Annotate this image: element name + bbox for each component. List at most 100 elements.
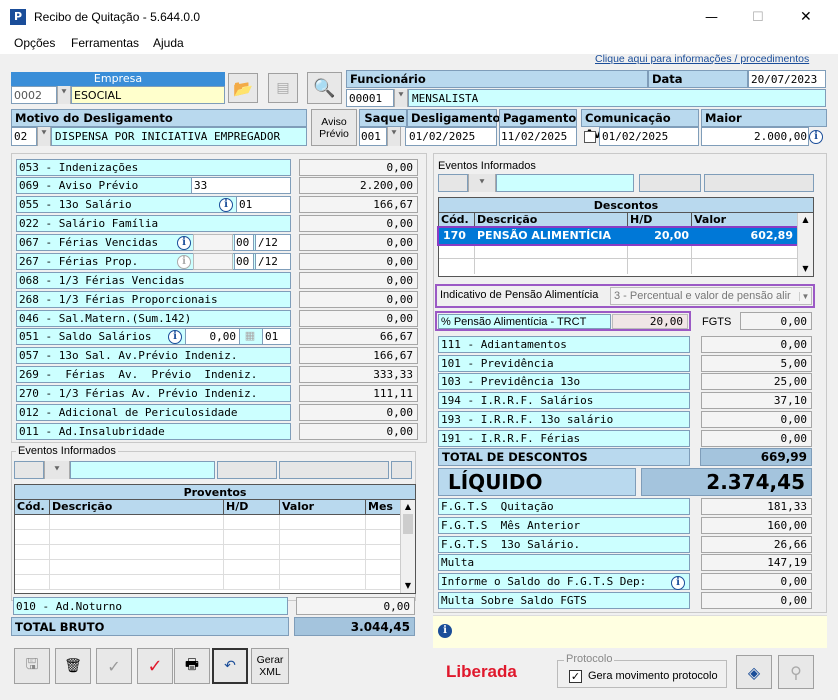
provento-value[interactable]: 166,67: [299, 196, 418, 213]
provento-value[interactable]: 166,67: [299, 347, 418, 364]
funcionario-code[interactable]: 00001: [346, 89, 394, 107]
fgts-value[interactable]: 160,00: [701, 517, 812, 534]
report-button[interactable]: ▤: [268, 73, 298, 103]
table-row[interactable]: [15, 575, 415, 590]
descontos-scrollbar[interactable]: ▲ ▼: [797, 213, 813, 276]
funcionario-name[interactable]: MENSALISTA: [408, 89, 826, 107]
saldo-dias-field[interactable]: 01: [262, 328, 291, 345]
desconto-value[interactable]: 0,00: [701, 411, 812, 428]
descontos-selected-row[interactable]: 170 PENSÃO ALIMENTÍCIA 20,00 602,89: [437, 226, 799, 246]
desconto-value[interactable]: 5,00: [701, 355, 812, 372]
user-search-button[interactable]: ⚲: [778, 655, 814, 689]
funcionario-spin[interactable]: ⯆: [394, 89, 408, 107]
info-icon[interactable]: i: [438, 623, 452, 638]
undo-button[interactable]: ↶: [212, 648, 248, 684]
protocolo-checkbox[interactable]: ✓: [569, 670, 582, 683]
empresa-name[interactable]: ESOCIAL: [71, 86, 225, 104]
motivo-text[interactable]: DISPENSA POR INICIATIVA EMPREGADOR: [51, 127, 307, 146]
provento-value[interactable]: 0,00: [299, 215, 418, 232]
table-row[interactable]: [15, 560, 415, 575]
provento-value[interactable]: 0,00: [299, 291, 418, 308]
eventos-right-valor[interactable]: [704, 174, 814, 192]
calculator-icon[interactable]: ▦: [241, 329, 259, 344]
fgts-value[interactable]: 147,19: [701, 554, 812, 571]
protocolo-action-button[interactable]: ◈: [736, 655, 772, 689]
pensao-indicativo-select[interactable]: 3 - Percentual e valor de pensão alir ▼: [610, 287, 812, 305]
comunicacao-field[interactable]: 01/02/2025: [599, 127, 699, 146]
pensao-pct-value[interactable]: 20,00: [612, 314, 688, 329]
comunicacao-checkbox[interactable]: [584, 131, 596, 143]
fgts-value[interactable]: 26,66: [701, 536, 812, 553]
provento-value[interactable]: 2.200,00: [299, 177, 418, 194]
info-icon[interactable]: i: [177, 254, 191, 269]
provento-value[interactable]: 0,00: [299, 423, 418, 440]
delete-button[interactable]: 🗑: [55, 648, 91, 684]
info-icon[interactable]: i: [671, 575, 685, 590]
fgts-value[interactable]: 0,00: [701, 573, 812, 590]
provento-value[interactable]: 0,00: [299, 272, 418, 289]
saque-field[interactable]: 001: [359, 127, 387, 146]
table-row[interactable]: [15, 545, 415, 560]
eventos-left-mes[interactable]: [391, 461, 412, 479]
provento-value[interactable]: 0,00: [299, 159, 418, 176]
proventos-scrollbar[interactable]: ▲ ▼: [400, 500, 415, 593]
pagamento-field[interactable]: 11/02/2025: [499, 127, 577, 146]
maior-info-icon[interactable]: i: [809, 129, 823, 144]
eventos-right-spin[interactable]: ⯆: [468, 174, 496, 192]
eventos-left-hd[interactable]: [217, 461, 277, 479]
saldo-value-field[interactable]: 0,00: [185, 328, 240, 345]
provento-value[interactable]: 0,00: [299, 310, 418, 327]
aviso-previo-button[interactable]: Aviso Prévio: [311, 109, 357, 146]
provento-value[interactable]: 0,00: [299, 253, 418, 270]
motivo-code[interactable]: 02: [11, 127, 37, 146]
maior-remuneracao-field[interactable]: 2.000,00: [701, 127, 809, 146]
admissao-field[interactable]: 20/07/2023: [748, 70, 826, 88]
aviso-dias-field[interactable]: 33: [191, 177, 291, 194]
info-icon[interactable]: i: [219, 197, 233, 212]
table-row[interactable]: [15, 530, 415, 545]
desconto-value[interactable]: 0,00: [701, 430, 812, 447]
eventos-left-code[interactable]: [14, 461, 44, 479]
open-folder-button[interactable]: 📂: [228, 73, 258, 103]
fgts-value[interactable]: 0,00: [701, 592, 812, 609]
provento-value[interactable]: 0,00: [299, 234, 418, 251]
saque-spin[interactable]: ⯆: [387, 127, 401, 146]
ferias-avos-field[interactable]: 00: [234, 253, 254, 270]
empresa-code[interactable]: 0002: [11, 86, 57, 104]
gerar-xml-button[interactable]: Gerar XML: [251, 648, 289, 684]
menu-ferramentas[interactable]: Ferramentas: [71, 36, 139, 50]
menu-opcoes[interactable]: Opções: [14, 36, 55, 50]
ferias-avos-field[interactable]: 00: [234, 234, 254, 251]
eventos-right-hd[interactable]: [639, 174, 701, 192]
eventos-left-desc[interactable]: [70, 461, 215, 479]
eventos-left-valor[interactable]: [279, 461, 389, 479]
menu-ajuda[interactable]: Ajuda: [153, 36, 184, 50]
maximize-button[interactable]: ☐: [752, 10, 764, 25]
avos-13-field[interactable]: 01: [236, 196, 291, 213]
info-icon[interactable]: i: [177, 235, 191, 250]
provento-value[interactable]: 66,67: [299, 328, 418, 345]
desconto-value[interactable]: 25,00: [701, 373, 812, 390]
provento-value[interactable]: 0,00: [299, 404, 418, 421]
fgts-value[interactable]: 0,00: [740, 312, 812, 330]
minimize-button[interactable]: —: [705, 10, 718, 25]
close-button[interactable]: ✕: [800, 9, 812, 25]
save-button[interactable]: 🖫: [14, 648, 50, 684]
empresa-spin[interactable]: ⯆: [57, 86, 71, 104]
confirm-gray-button[interactable]: ✓: [96, 648, 132, 684]
desligamento-field[interactable]: 01/02/2025: [405, 127, 497, 146]
table-row[interactable]: [15, 515, 415, 530]
confirm-button[interactable]: ✓: [137, 648, 173, 684]
fgts-value[interactable]: 181,33: [701, 498, 812, 515]
search-employee-button[interactable]: 🔍: [307, 72, 342, 104]
desconto-value[interactable]: 0,00: [701, 336, 812, 353]
eventos-right-desc[interactable]: [496, 174, 634, 192]
eventos-left-spin[interactable]: ⯆: [44, 461, 70, 479]
protocolo-check-label[interactable]: Gera movimento protocolo: [588, 670, 718, 682]
info-icon[interactable]: i: [168, 329, 182, 344]
print-button[interactable]: 🖶: [174, 648, 210, 684]
desconto-value[interactable]: 37,10: [701, 392, 812, 409]
provento-value[interactable]: 333,33: [299, 366, 418, 383]
provento-value[interactable]: 111,11: [299, 385, 418, 402]
motivo-spin[interactable]: ⯆: [37, 127, 51, 146]
